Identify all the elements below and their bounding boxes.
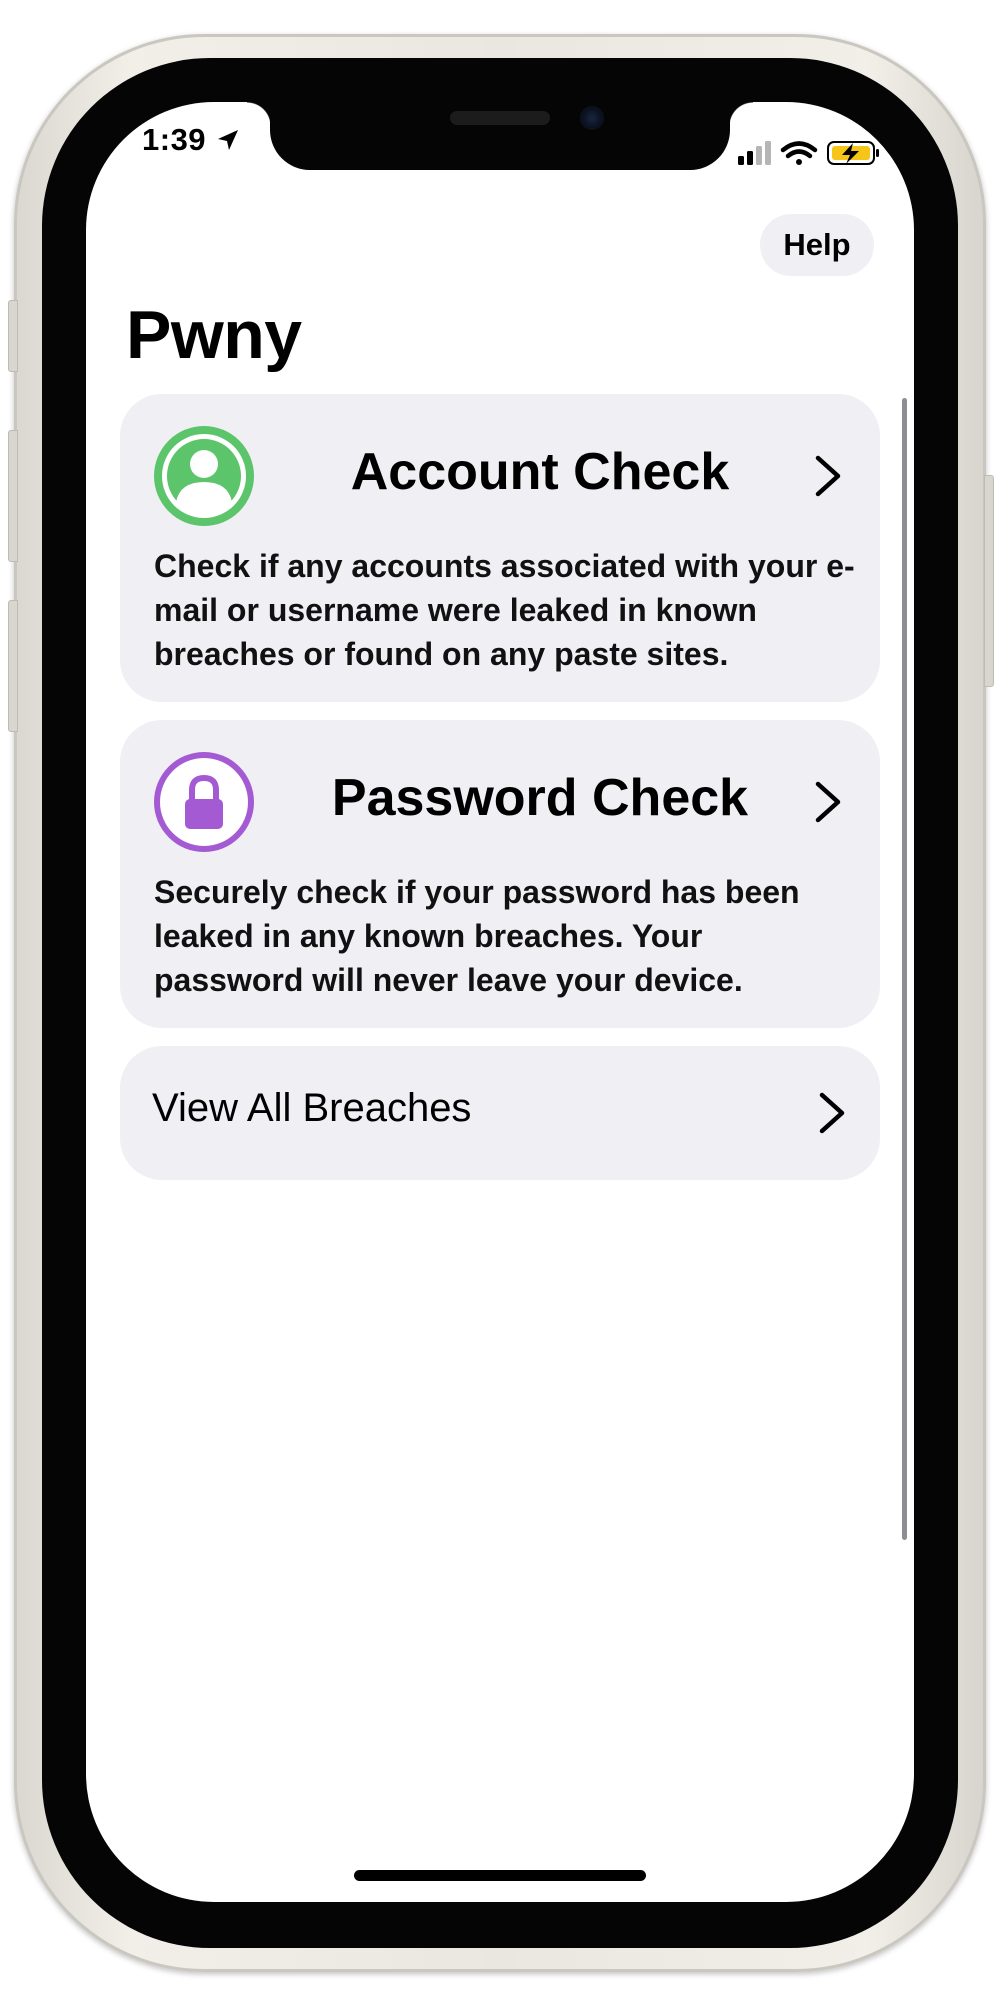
wifi-icon <box>780 141 818 165</box>
cellular-signal-icon <box>738 141 771 165</box>
chevron-right-icon <box>815 781 841 823</box>
volume-down-button <box>8 600 18 732</box>
account-check-title: Account Check <box>350 443 730 501</box>
page-title: Pwny <box>126 297 302 373</box>
help-button[interactable]: Help <box>760 214 874 276</box>
chevron-right-icon <box>815 455 841 497</box>
home-indicator[interactable] <box>354 1870 646 1881</box>
account-check-card[interactable]: Account Check Check if any accounts asso… <box>120 394 880 702</box>
battery-charging-icon <box>827 141 879 165</box>
notch-corner-left <box>247 102 271 126</box>
status-time: 1:39 <box>142 122 207 157</box>
account-check-description: Check if any accounts associated with yo… <box>154 548 855 672</box>
side-mute-switch <box>8 300 18 372</box>
volume-up-button <box>8 430 18 562</box>
password-check-description: Securely check if your password has been… <box>154 874 800 998</box>
chevron-right-icon <box>819 1092 845 1134</box>
password-check-title: Password Check <box>331 769 749 827</box>
view-all-breaches-row[interactable]: View All Breaches <box>120 1046 880 1180</box>
password-check-card[interactable]: Password Check Securely check if your pa… <box>120 720 880 1028</box>
front-camera <box>580 106 604 130</box>
location-arrow-icon <box>218 130 238 150</box>
view-all-breaches-label: View All Breaches <box>152 1086 472 1130</box>
status-icons <box>738 141 879 165</box>
notch-corner-right <box>729 102 753 126</box>
person-circle-icon <box>154 426 254 526</box>
scroll-indicator <box>902 398 907 1540</box>
power-button <box>984 475 994 687</box>
lock-circle-icon <box>154 752 254 852</box>
earpiece-speaker <box>450 111 550 125</box>
